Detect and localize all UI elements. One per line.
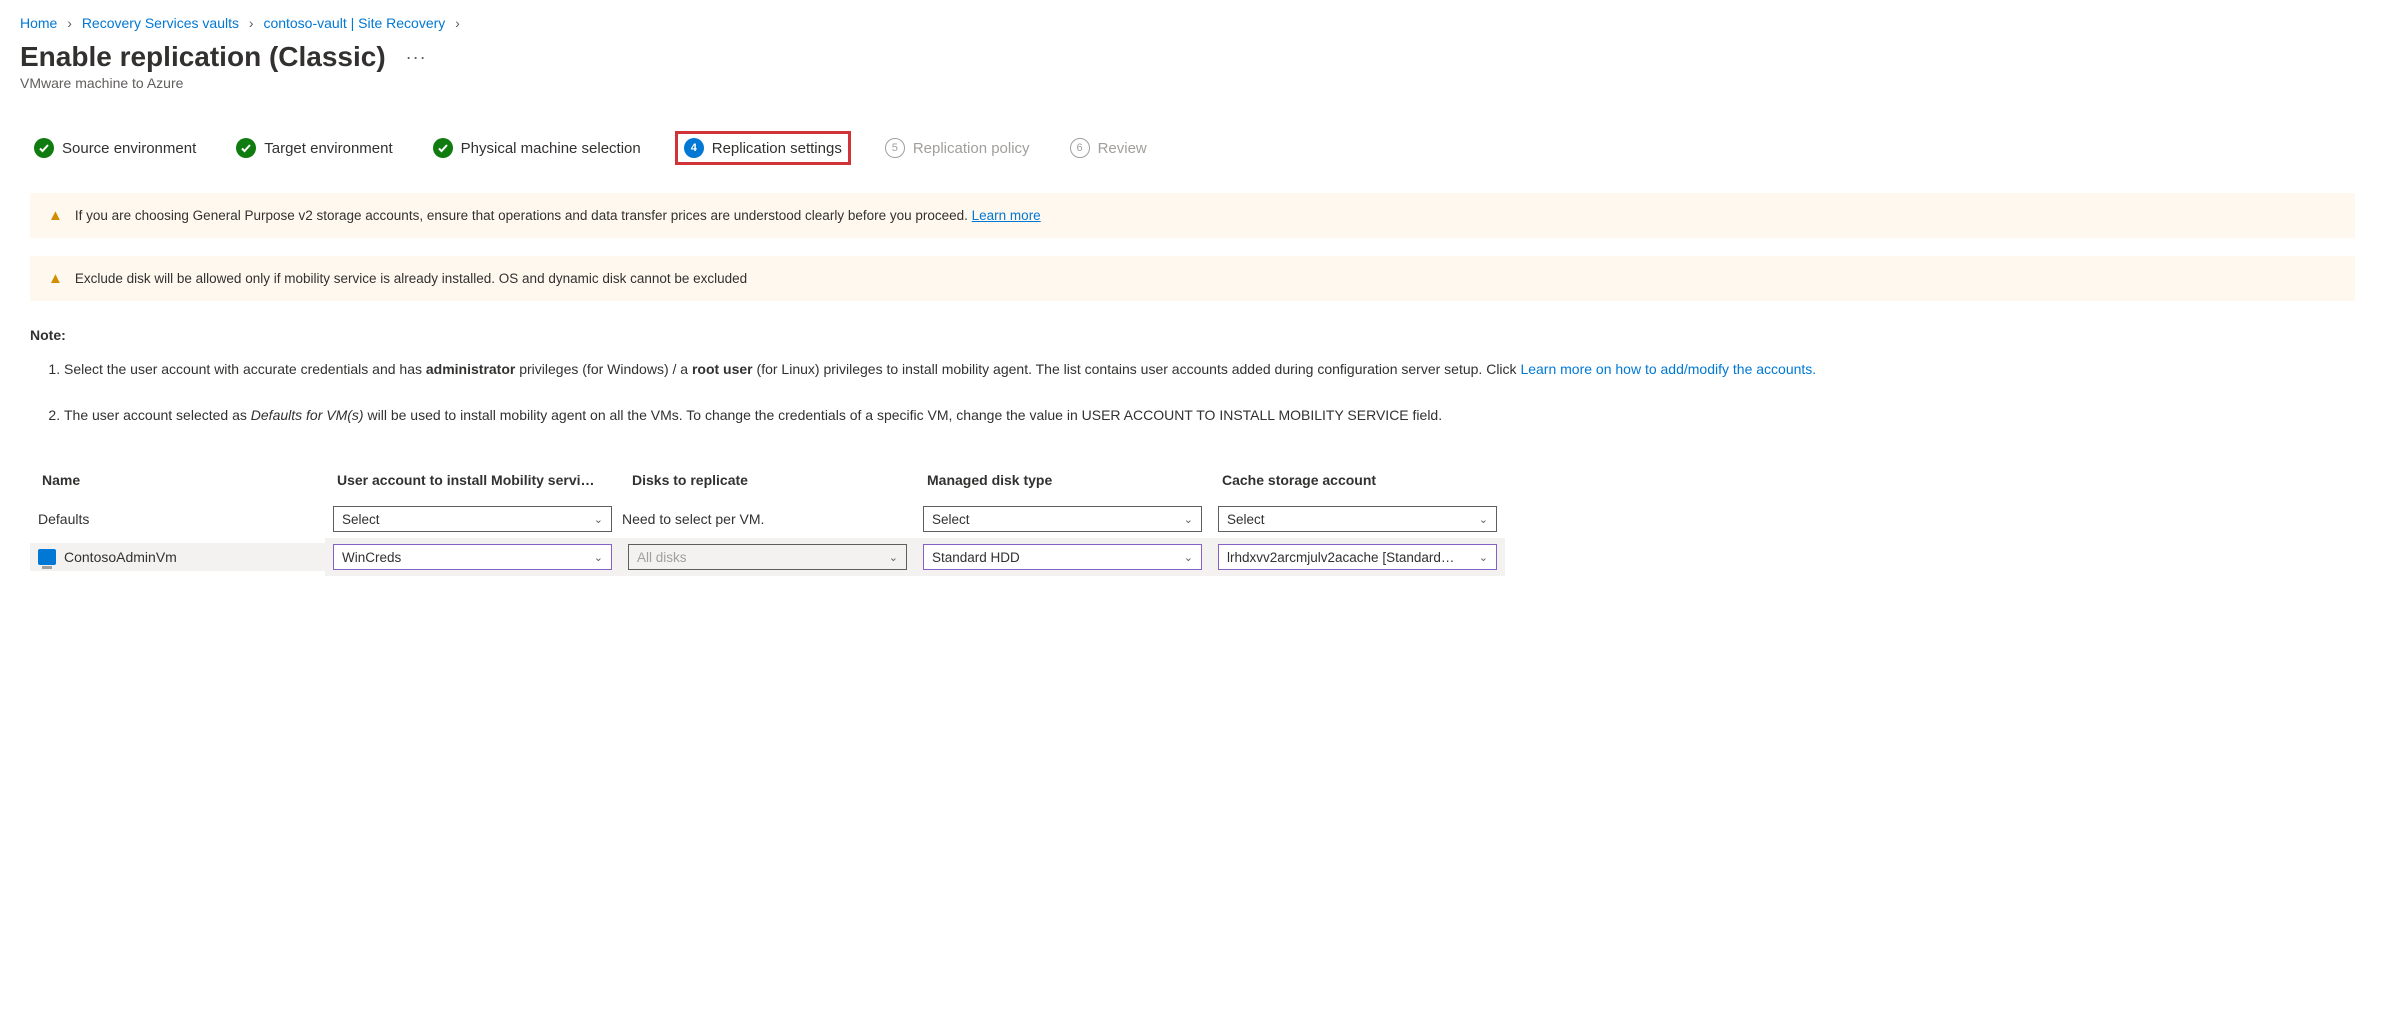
vm-disk-type-select[interactable]: Standard HDD⌄ bbox=[923, 544, 1202, 570]
column-header-disks: Disks to replicate bbox=[620, 464, 915, 500]
learn-more-link[interactable]: Learn more bbox=[972, 208, 1041, 223]
breadcrumb-vault[interactable]: contoso-vault | Site Recovery bbox=[263, 15, 445, 31]
check-icon bbox=[236, 138, 256, 158]
check-icon bbox=[433, 138, 453, 158]
step-number-icon: 6 bbox=[1070, 138, 1090, 158]
breadcrumb-home[interactable]: Home bbox=[20, 15, 57, 31]
step-number-icon: 5 bbox=[885, 138, 905, 158]
defaults-cache-select[interactable]: Select⌄ bbox=[1218, 506, 1497, 532]
step-review: 6 Review bbox=[1064, 134, 1153, 162]
step-number-icon: 4 bbox=[684, 138, 704, 158]
chevron-right-icon: › bbox=[455, 15, 460, 31]
defaults-user-account-select[interactable]: Select⌄ bbox=[333, 506, 612, 532]
step-label: Replication settings bbox=[712, 140, 842, 157]
page-title: Enable replication (Classic) bbox=[20, 41, 386, 73]
vm-user-account-select[interactable]: WinCreds⌄ bbox=[333, 544, 612, 570]
vm-cache-select[interactable]: lrhdxvv2arcmjulv2acache [Standard…⌄ bbox=[1218, 544, 1497, 570]
vm-name-cell: ContosoAdminVm bbox=[30, 543, 325, 571]
storage-pricing-alert: ▲ If you are choosing General Purpose v2… bbox=[30, 193, 2355, 238]
chevron-right-icon: › bbox=[67, 15, 72, 31]
step-target-environment[interactable]: Target environment bbox=[230, 134, 398, 162]
page-subtitle: VMware machine to Azure bbox=[20, 75, 2365, 91]
warning-icon: ▲ bbox=[48, 270, 63, 287]
step-label: Physical machine selection bbox=[461, 140, 641, 157]
step-label: Review bbox=[1098, 140, 1147, 157]
alert-text: Exclude disk will be allowed only if mob… bbox=[75, 271, 747, 286]
step-physical-machine-selection[interactable]: Physical machine selection bbox=[427, 134, 647, 162]
vm-disks-select: All disks⌄ bbox=[628, 544, 907, 570]
step-replication-settings[interactable]: 4 Replication settings bbox=[675, 131, 851, 165]
note-item-2: The user account selected as Defaults fo… bbox=[64, 405, 2355, 427]
step-replication-policy: 5 Replication policy bbox=[879, 134, 1036, 162]
step-label: Target environment bbox=[264, 140, 392, 157]
chevron-down-icon: ⌄ bbox=[594, 513, 603, 526]
chevron-right-icon: › bbox=[249, 15, 254, 31]
defaults-disks-cell: Need to select per VM. bbox=[620, 507, 915, 531]
alert-text: If you are choosing General Purpose v2 s… bbox=[75, 208, 972, 223]
vm-icon bbox=[38, 549, 56, 565]
learn-more-accounts-link[interactable]: Learn more on how to add/modify the acco… bbox=[1520, 361, 1816, 377]
wizard-steps: Source environment Target environment Ph… bbox=[20, 131, 2365, 165]
column-header-name: Name bbox=[30, 464, 325, 500]
step-source-environment[interactable]: Source environment bbox=[28, 134, 202, 162]
column-header-cache: Cache storage account bbox=[1210, 464, 1505, 500]
chevron-down-icon: ⌄ bbox=[1479, 551, 1488, 564]
column-header-user-account: User account to install Mobility servi… bbox=[325, 464, 620, 500]
breadcrumb-vaults[interactable]: Recovery Services vaults bbox=[82, 15, 239, 31]
more-menu-button[interactable]: ··· bbox=[406, 47, 427, 68]
chevron-down-icon: ⌄ bbox=[889, 551, 898, 564]
step-label: Source environment bbox=[62, 140, 196, 157]
chevron-down-icon: ⌄ bbox=[1184, 551, 1193, 564]
chevron-down-icon: ⌄ bbox=[1184, 513, 1193, 526]
column-header-disk-type: Managed disk type bbox=[915, 464, 1210, 500]
defaults-disk-type-select[interactable]: Select⌄ bbox=[923, 506, 1202, 532]
breadcrumb: Home › Recovery Services vaults › contos… bbox=[20, 15, 2365, 31]
check-icon bbox=[34, 138, 54, 158]
chevron-down-icon: ⌄ bbox=[594, 551, 603, 564]
defaults-name-cell: Defaults bbox=[30, 505, 325, 533]
warning-icon: ▲ bbox=[48, 207, 63, 224]
note-item-1: Select the user account with accurate cr… bbox=[64, 359, 2355, 381]
exclude-disk-alert: ▲ Exclude disk will be allowed only if m… bbox=[30, 256, 2355, 301]
step-label: Replication policy bbox=[913, 140, 1030, 157]
chevron-down-icon: ⌄ bbox=[1479, 513, 1488, 526]
note-heading: Note: bbox=[30, 327, 2355, 343]
